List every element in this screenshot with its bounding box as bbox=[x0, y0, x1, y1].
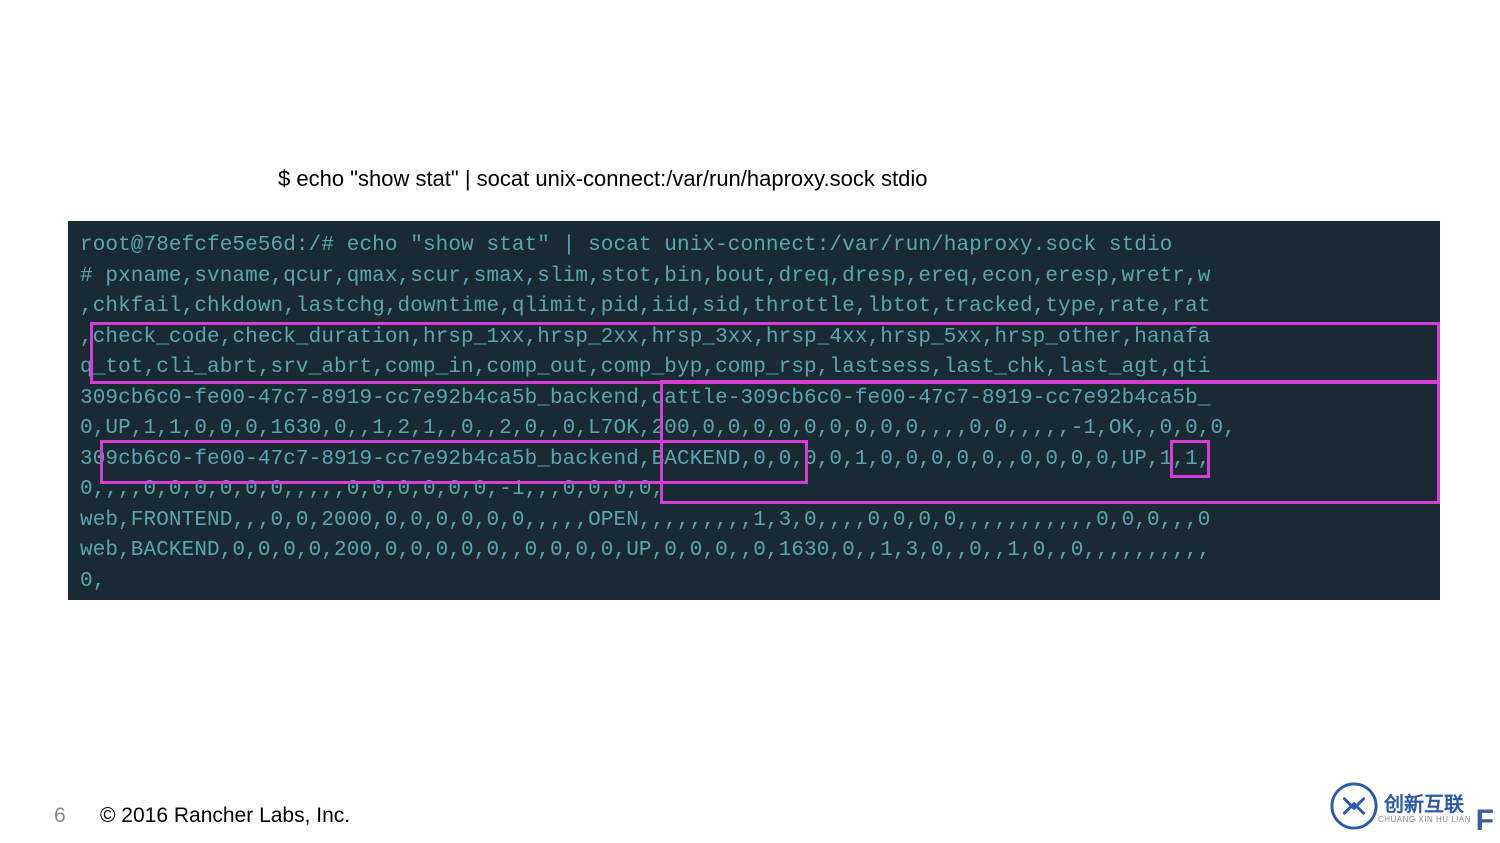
logo-subtext: CHUANG XIN HU LIAN bbox=[1378, 815, 1471, 824]
terminal-line: 0, bbox=[80, 567, 1428, 598]
logo-icon bbox=[1330, 782, 1378, 830]
terminal-line: 309cb6c0-fe00-47c7-8919-cc7e92b4ca5b_bac… bbox=[80, 384, 1428, 415]
copyright-text: © 2016 Rancher Labs, Inc. bbox=[100, 804, 350, 828]
terminal-line: 0,,,,0,0,0,0,0,0,,,,,0,0,0,0,0,0,-1,,,0,… bbox=[80, 475, 1428, 506]
terminal-line: 0,UP,1,1,0,0,0,1630,0,,1,2,1,,0,,2,0,,0,… bbox=[80, 414, 1428, 445]
page-number: 6 bbox=[54, 804, 66, 828]
command-line-text: $ echo "show stat" | socat unix-connect:… bbox=[278, 166, 927, 192]
terminal-line: # pxname,svname,qcur,qmax,scur,smax,slim… bbox=[80, 262, 1428, 293]
terminal-line: q_tot,cli_abrt,srv_abrt,comp_in,comp_out… bbox=[80, 353, 1428, 384]
terminal-line: web,FRONTEND,,,0,0,2000,0,0,0,0,0,0,,,,,… bbox=[80, 506, 1428, 537]
terminal-line: web,BACKEND,0,0,0,0,200,0,0,0,0,0,,0,0,0… bbox=[80, 536, 1428, 567]
terminal-line: ,check_code,check_duration,hrsp_1xx,hrsp… bbox=[80, 323, 1428, 354]
terminal-line: root@78efcfe5e56d:/# echo "show stat" | … bbox=[80, 231, 1428, 262]
logo-text-wrap: 创新互联 CHUANG XIN HU LIAN bbox=[1378, 788, 1471, 824]
terminal-output: root@78efcfe5e56d:/# echo "show stat" | … bbox=[68, 221, 1440, 600]
terminal-line: 309cb6c0-fe00-47c7-8919-cc7e92b4ca5b_bac… bbox=[80, 445, 1428, 476]
slide: $ echo "show stat" | socat unix-connect:… bbox=[0, 0, 1500, 843]
terminal-line: ,chkfail,chkdown,lastchg,downtime,qlimit… bbox=[80, 292, 1428, 323]
logo-text: 创新互联 bbox=[1384, 794, 1464, 816]
watermark-logo: 创新互联 CHUANG XIN HU LIAN bbox=[1330, 780, 1480, 832]
